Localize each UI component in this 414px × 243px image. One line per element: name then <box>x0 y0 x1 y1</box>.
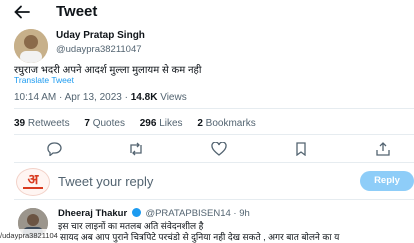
retweets-stat[interactable]: 39 Retweets <box>14 118 70 129</box>
author-handle[interactable]: @udaypra38211047 <box>56 44 142 55</box>
news-logo-icon: अ <box>23 172 43 189</box>
views-count: 14.8K <box>130 92 158 103</box>
quotes-label: Quotes <box>89 118 125 129</box>
retweets-label: Retweets <box>25 118 70 129</box>
retweets-count: 39 <box>14 118 26 129</box>
reply-icon[interactable] <box>46 142 62 156</box>
page-title: Tweet <box>56 3 98 20</box>
divider <box>14 199 414 200</box>
comment-header: Dheeraj Thakur @PRATAPBISEN14 · 9h <box>58 208 250 219</box>
divider <box>14 108 414 109</box>
retweet-icon[interactable] <box>128 142 144 156</box>
back-arrow-icon[interactable] <box>14 5 30 19</box>
tweet-meta: 10:14 AM · Apr 13, 2023 · 14.8K Views <box>14 92 187 103</box>
verified-badge-icon <box>131 208 141 217</box>
author-name[interactable]: Uday Pratap Singh <box>56 30 145 41</box>
bookmarks-label: Bookmarks <box>202 118 256 129</box>
bookmarks-stat[interactable]: 2 Bookmarks <box>197 118 255 129</box>
reply-input[interactable]: Tweet your reply <box>58 174 153 189</box>
avatar-photo-icon <box>14 29 48 63</box>
svg-text:अ: अ <box>28 172 40 188</box>
translate-link[interactable]: Translate Tweet <box>14 75 74 85</box>
reply-button[interactable]: Reply <box>360 171 414 191</box>
quotes-stat[interactable]: 7 Quotes <box>84 118 125 129</box>
comment-text: सायद अब आप पुराने चित्रपिटे परचंडो से दु… <box>60 232 340 242</box>
views-label: Views <box>157 92 187 103</box>
top-bar: Tweet <box>0 0 414 24</box>
watermark: /udaypra38211047 <box>0 229 58 243</box>
like-icon[interactable] <box>211 142 227 156</box>
comment-handle[interactable]: @PRATAPBISEN14 · 9h <box>145 208 249 219</box>
likes-label: Likes <box>156 118 183 129</box>
likes-stat[interactable]: 296 Likes <box>140 118 183 129</box>
tweet-stats: 39 Retweets 7 Quotes 296 Likes 2 Bookmar… <box>14 118 268 129</box>
divider <box>14 162 414 163</box>
tweet-time[interactable]: 10:14 AM · Apr 13, 2023 · <box>14 92 131 103</box>
my-avatar: अ <box>16 168 50 196</box>
avatar[interactable] <box>14 29 48 63</box>
comment-author[interactable]: Dheeraj Thakur <box>58 208 127 219</box>
likes-count: 296 <box>139 118 157 129</box>
tweet-text: रघुराज भदरी अपने आदर्श मुल्ला मुलायम से … <box>14 65 202 76</box>
divider <box>14 134 414 135</box>
share-icon[interactable] <box>375 142 391 156</box>
bookmark-icon[interactable] <box>293 142 309 156</box>
